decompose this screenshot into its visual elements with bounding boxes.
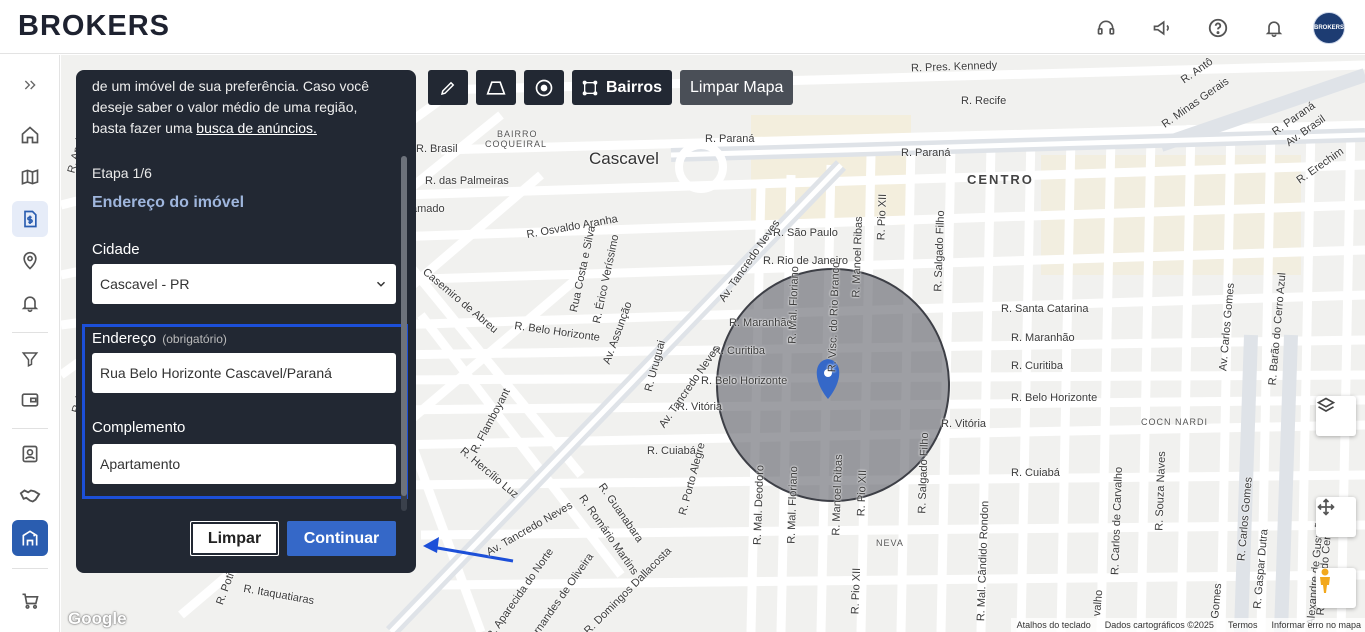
map-toolbar: Bairros Limpar Mapa	[428, 70, 794, 105]
map-data-text: Dados cartográficos ©2025	[1104, 620, 1214, 630]
intro-text: de um imóvel de sua preferência. Caso vo…	[92, 76, 392, 139]
chevron-down-icon	[376, 281, 386, 287]
map-label-street: R. Belo Horizonte	[1011, 392, 1098, 404]
required-hint: (obrigatório)	[162, 332, 227, 346]
map-label-street: R. São Paulo	[773, 227, 838, 239]
step-indicator: Etapa 1/6	[92, 165, 152, 181]
map-label-district: BAIRRO	[497, 129, 538, 139]
map-label-street: R. Pio XII	[875, 193, 890, 241]
cart-icon[interactable]	[12, 583, 48, 619]
map-label-street: R. Pio XII	[849, 567, 864, 615]
map-label-street: R. Brasil	[416, 143, 458, 155]
street-view-pegman-icon[interactable]	[1316, 568, 1356, 608]
top-bar: BROKERS BROKERS	[0, 0, 1365, 54]
map-label-street: R. Vitória	[941, 418, 987, 430]
document-dollar-icon[interactable]	[12, 201, 48, 237]
map-label-street: R. Cuiabá	[647, 445, 696, 457]
pan-control-icon[interactable]	[1316, 497, 1356, 537]
continue-button[interactable]: Continuar	[287, 521, 396, 556]
sidebar	[0, 55, 60, 632]
sidebar-divider	[12, 568, 48, 569]
city-value: Cascavel - PR	[100, 276, 190, 292]
wallet-icon[interactable]	[12, 382, 48, 418]
help-icon[interactable]	[1201, 11, 1235, 45]
map-label-street: valho	[1091, 589, 1106, 617]
section-title: Endereço do imóvel	[92, 194, 245, 211]
address-label: Endereço (obrigatório)	[92, 330, 227, 347]
location-person-icon[interactable]	[12, 243, 48, 279]
map-label-district: COQUEIRAL	[485, 139, 548, 149]
address-form-panel: de um imóvel de sua preferência. Caso vo…	[76, 70, 416, 573]
contact-card-icon[interactable]	[12, 436, 48, 472]
map-label-street: R. Maranhão	[729, 317, 793, 329]
intro-line: basta fazer uma	[92, 120, 197, 136]
expand-icon[interactable]	[12, 67, 48, 103]
polygon-tool-button[interactable]	[476, 70, 516, 105]
city-label: Cidade	[92, 241, 140, 258]
map-label-street: R. Belo Horizonte	[701, 375, 788, 387]
map-label-district: NEVA	[876, 538, 904, 548]
sidebar-divider	[12, 332, 48, 333]
header-actions: BROKERS	[1089, 11, 1345, 45]
keyboard-shortcuts-link[interactable]: Atalhos do teclado	[1017, 620, 1091, 632]
home-icon[interactable]	[12, 117, 48, 153]
intro-line: de um imóvel de sua preferência. Caso vo…	[92, 78, 370, 94]
handshake-icon[interactable]	[12, 478, 48, 514]
brokers-logo[interactable]: BROKERS	[18, 10, 170, 43]
map-label-district: COCN NARDI	[1141, 417, 1209, 427]
support-icon[interactable]	[1089, 11, 1123, 45]
address-value: Rua Belo Horizonte Cascavel/Paraná	[100, 365, 332, 381]
map-label-street: R. Paraná	[901, 147, 951, 159]
address-input[interactable]: Rua Belo Horizonte Cascavel/Paraná	[92, 353, 396, 393]
avatar[interactable]: BROKERS	[1313, 12, 1345, 44]
bell-icon[interactable]	[1257, 11, 1291, 45]
complement-input[interactable]: Apartamento	[92, 444, 396, 484]
clear-button[interactable]: Limpar	[190, 521, 279, 556]
complement-value: Apartamento	[100, 456, 181, 472]
building-evaluate-icon[interactable]	[12, 520, 48, 556]
bairros-button[interactable]: Bairros	[572, 70, 673, 105]
scrollbar-thumb[interactable]	[401, 156, 407, 496]
sidebar-divider	[12, 428, 48, 429]
circle-tool-button[interactable]	[524, 70, 564, 105]
ads-search-link[interactable]: busca de anúncios.	[196, 120, 317, 136]
map-label-street: R. Pio XII	[855, 469, 870, 517]
map-label-district: CENTRO	[967, 172, 1034, 187]
map-label-street: R. Paraná	[705, 133, 755, 145]
map-label-city: Cascavel	[589, 149, 659, 168]
bairros-icon	[582, 80, 598, 95]
filter-icon[interactable]	[12, 341, 48, 377]
map-label-street: R. Santa Catarina	[1001, 303, 1089, 315]
notifications-icon[interactable]	[12, 285, 48, 321]
map-label-street: R. Recife	[961, 95, 1007, 107]
megaphone-icon[interactable]	[1145, 11, 1179, 45]
intro-line: deseje saber o valor médio de uma região…	[92, 99, 358, 115]
google-logo: Google	[68, 609, 127, 628]
terms-link[interactable]: Termos	[1228, 620, 1258, 632]
address-label-text: Endereço	[92, 330, 157, 347]
map-attribution: Atalhos do teclado Dados cartográficos ©…	[1010, 618, 1365, 632]
map-label-street: R. Cuiabá	[1011, 467, 1060, 479]
report-error-link[interactable]: Informar erro no mapa	[1271, 620, 1361, 632]
map-label-street: amado	[411, 203, 445, 215]
layers-icon[interactable]	[1316, 396, 1356, 436]
map-label-street: R. Maranhão	[1011, 332, 1075, 344]
draw-pencil-button[interactable]	[428, 70, 468, 105]
complement-label: Complemento	[92, 419, 186, 436]
city-select[interactable]: Cascavel - PR	[92, 264, 396, 304]
map-label-street: R. Curitiba	[1011, 360, 1063, 372]
panel-scrollbar[interactable]	[401, 156, 407, 511]
map-icon[interactable]	[12, 159, 48, 195]
clear-map-button[interactable]: Limpar Mapa	[680, 70, 794, 105]
map-label-street: R. das Palmeiras	[425, 175, 509, 187]
bairros-label: Bairros	[606, 78, 663, 96]
